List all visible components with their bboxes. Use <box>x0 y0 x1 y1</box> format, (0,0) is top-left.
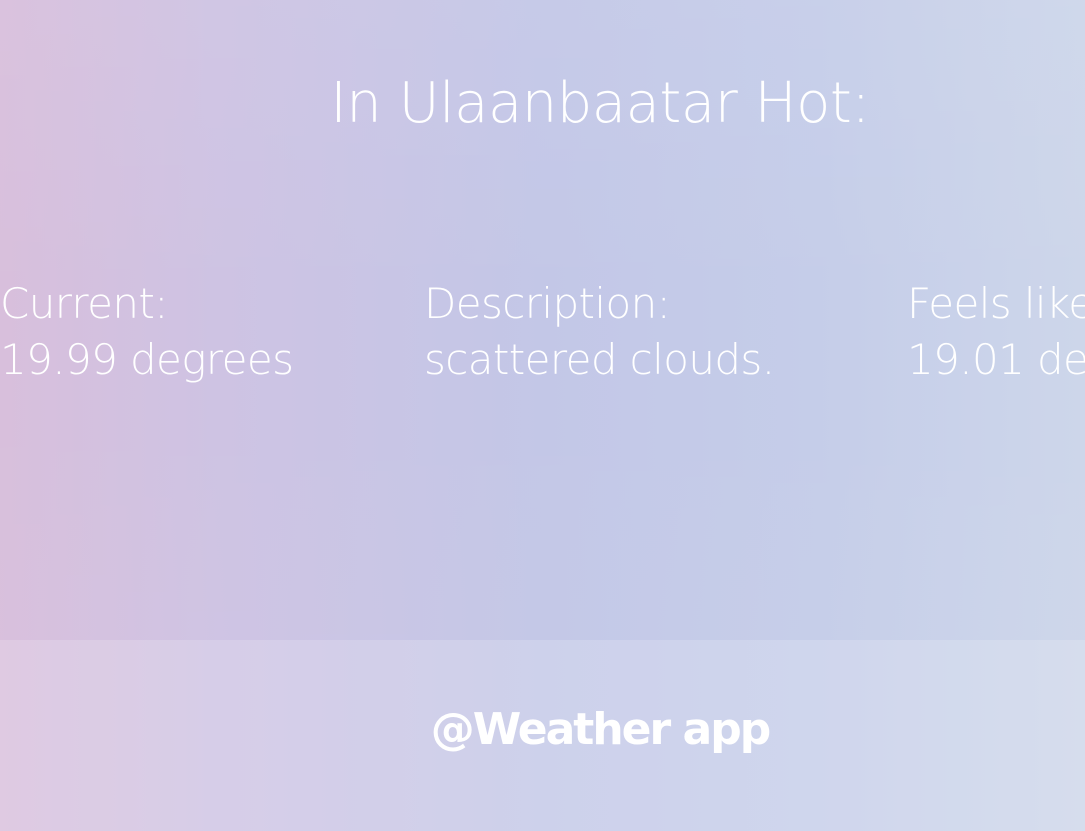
stat-description-label: Description: <box>424 279 671 328</box>
stat-feels-like-value: 19.01 degrees <box>907 335 1085 384</box>
stat-description-value: scattered clouds. <box>424 335 775 384</box>
stat-feels-like: Feels like: 19.01 degrees <box>907 276 1085 388</box>
stat-feels-like-label: Feels like: <box>907 279 1085 328</box>
stat-current: Current: 19.99 degrees <box>0 276 294 388</box>
footer-text: @Weather app <box>430 704 771 755</box>
weather-stats: Current: 19.99 degrees Description: scat… <box>0 276 1085 396</box>
stat-current-label: Current: <box>0 279 168 328</box>
stat-description: Description: scattered clouds. <box>424 276 775 388</box>
stat-current-value: 19.99 degrees <box>0 335 294 384</box>
page-title: In Ulaanbaatar Hot: <box>330 71 870 136</box>
